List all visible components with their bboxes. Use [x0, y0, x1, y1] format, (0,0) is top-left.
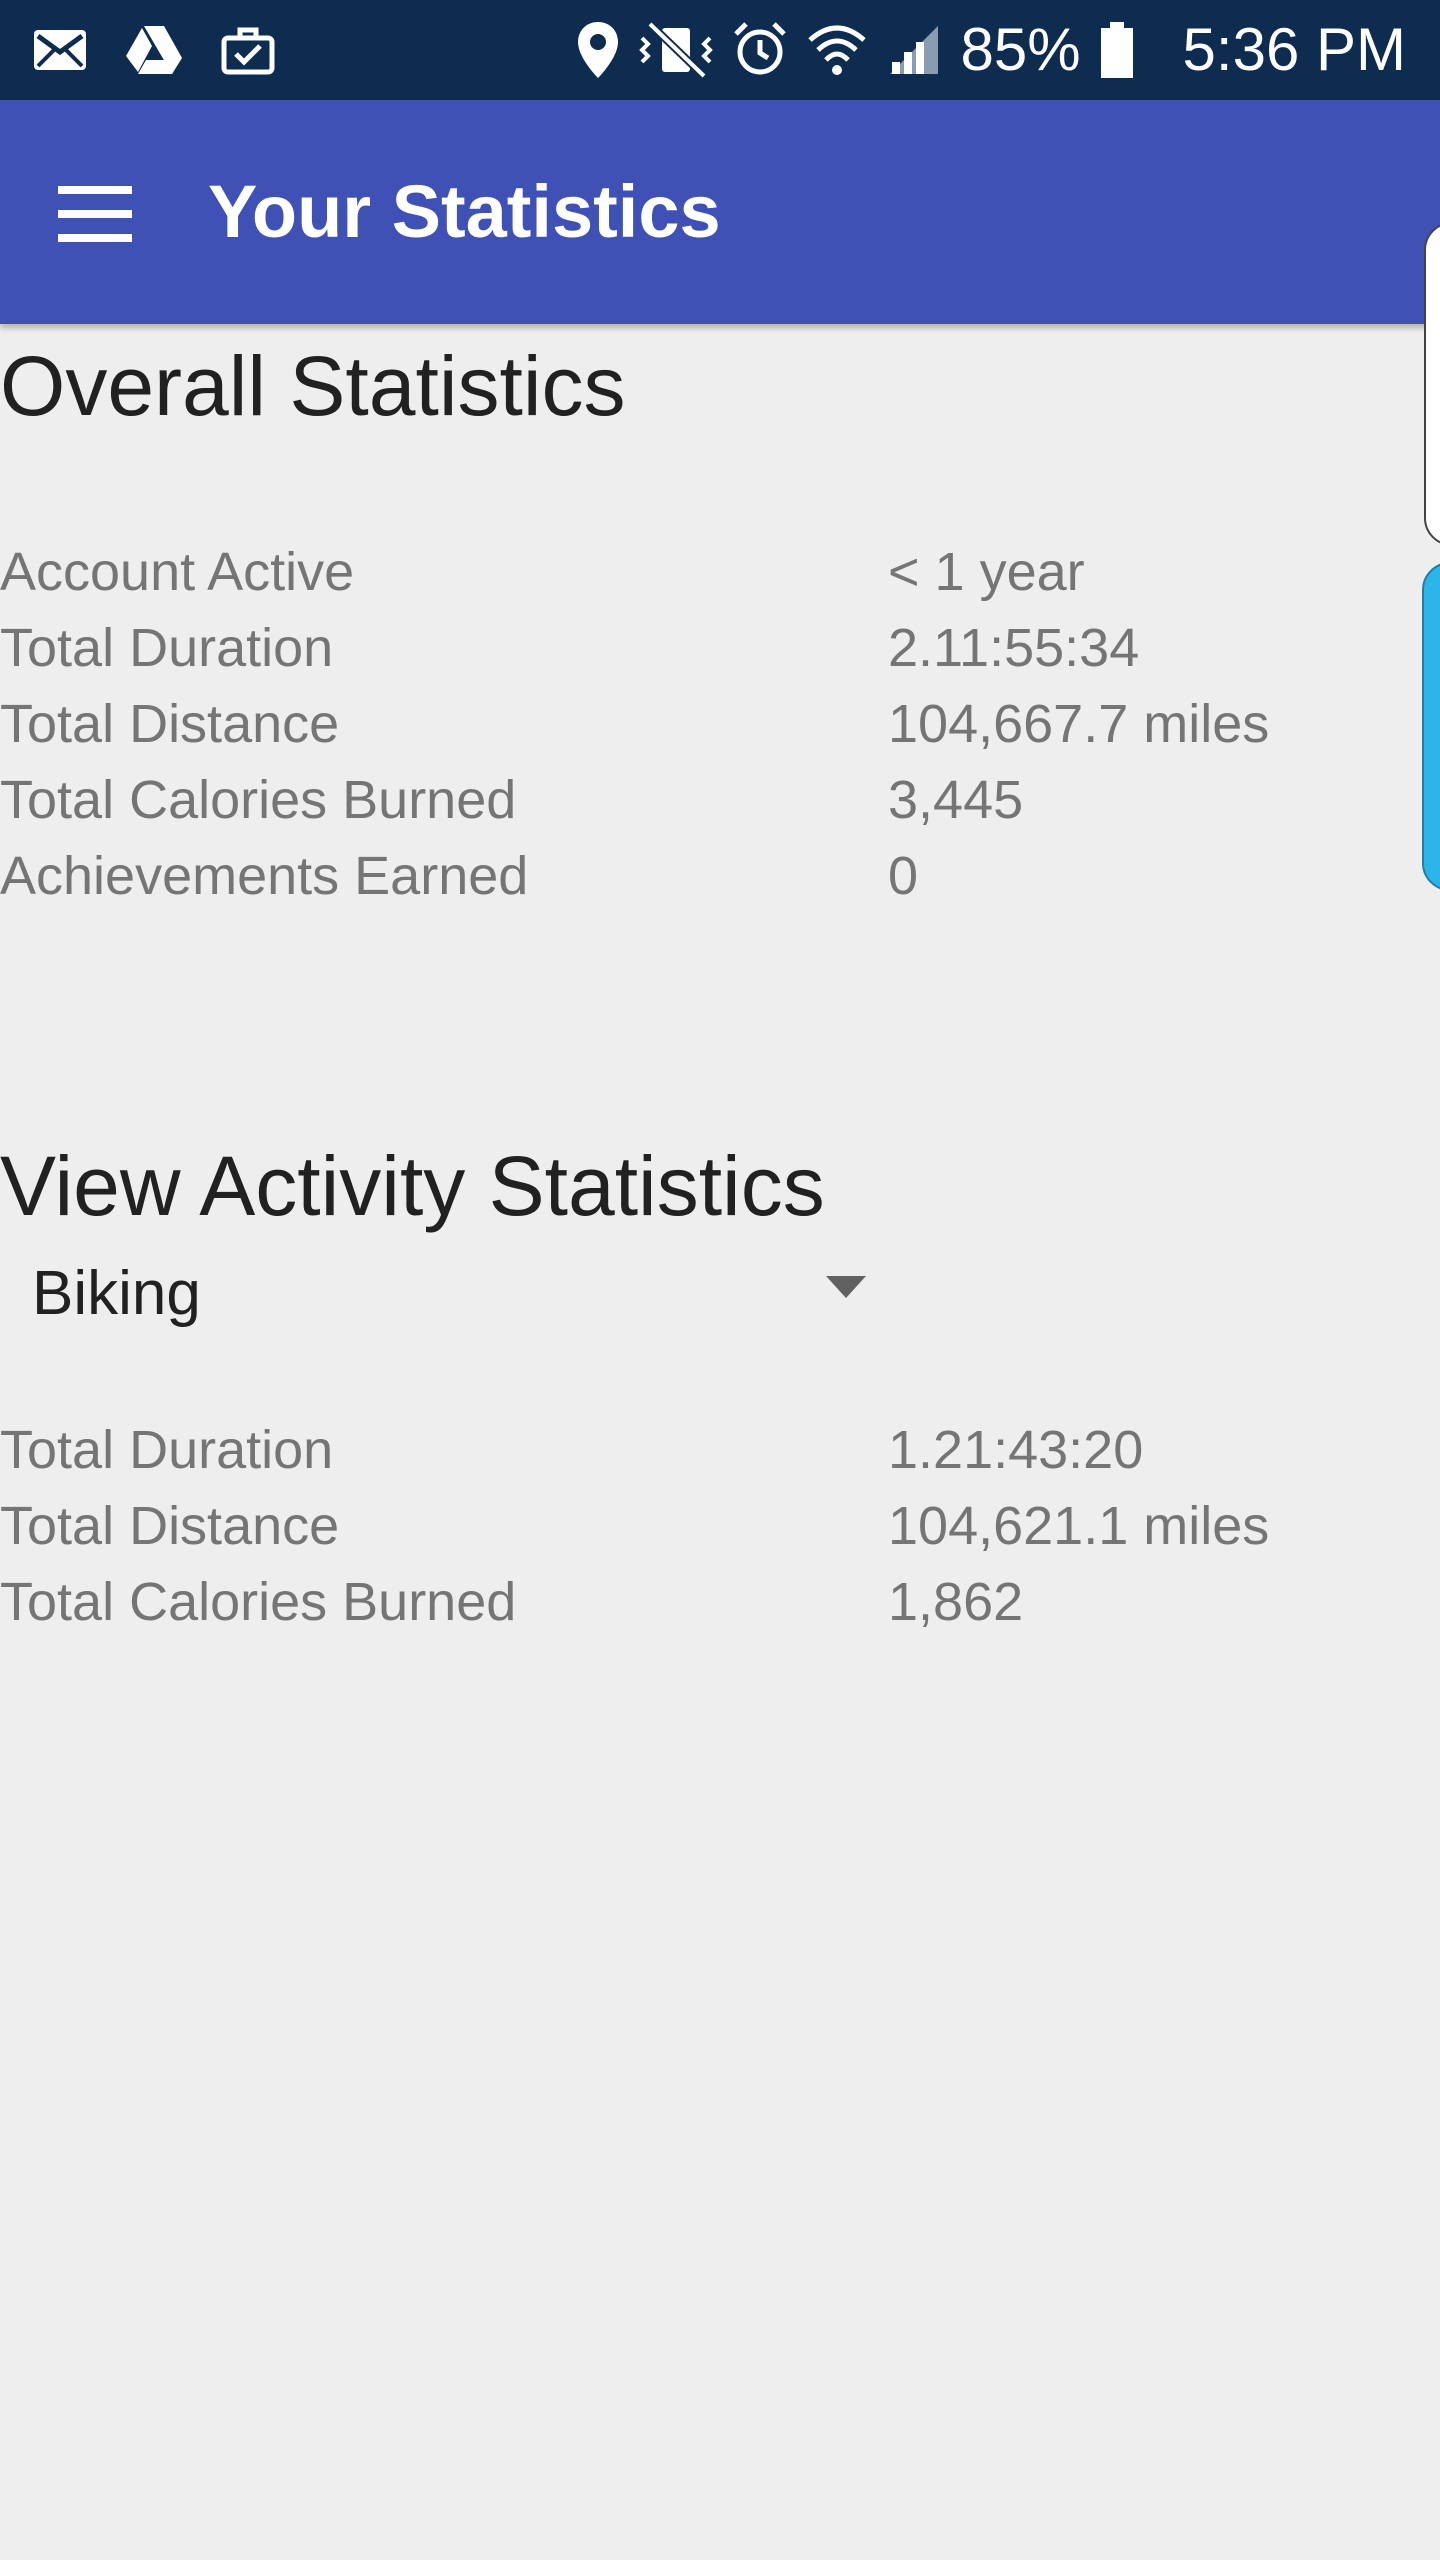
overall-stat-value: 104,667.7 miles: [888, 694, 1270, 754]
mail-icon: [30, 20, 90, 80]
overall-stat-label: Achievements Earned: [0, 846, 529, 906]
activity-stat-value: 1.21:43:20: [888, 1420, 1144, 1480]
overall-stat-label: Total Duration: [0, 618, 334, 678]
overall-stat-label: Total Calories Burned: [0, 770, 517, 830]
activity-statistics-title: View Activity Statistics: [0, 1139, 825, 1233]
notification-icons: [30, 20, 278, 80]
page-title: Your Statistics: [208, 170, 721, 253]
overall-stat-value: 0: [888, 846, 919, 906]
briefcase-check-icon: [218, 20, 278, 80]
overall-stat-value: 3,445: [888, 770, 1024, 830]
overall-stat-value: < 1 year: [888, 542, 1085, 602]
overall-stat-value: 2.11:55:34: [888, 618, 1140, 678]
edge-floating-tab[interactable]: [1422, 562, 1440, 891]
battery-icon: [1099, 20, 1135, 80]
app-bar: Your Statistics: [0, 100, 1440, 324]
battery-percent: 85%: [960, 16, 1081, 83]
signal-icon: [886, 20, 942, 80]
hamburger-menu-icon[interactable]: [40, 168, 150, 258]
system-status: 85% 5:36 PM: [576, 14, 1406, 86]
activity-stat-value: 104,621.1 miles: [888, 1496, 1270, 1556]
activity-stat-label: Total Distance: [0, 1496, 340, 1556]
activity-dropdown[interactable]: Biking: [0, 1250, 890, 1340]
overall-stat-label: Account Active: [0, 542, 355, 602]
status-bar: 85% 5:36 PM: [0, 0, 1440, 100]
activity-stat-value: 1,862: [888, 1572, 1024, 1632]
activity-dropdown-value: Biking: [32, 1259, 201, 1328]
overall-stat-label: Total Distance: [0, 694, 340, 754]
wifi-icon: [806, 20, 868, 80]
dropdown-arrow-icon: [826, 1276, 866, 1298]
vibrate-mute-icon: [638, 20, 714, 80]
activity-stat-label: Total Duration: [0, 1420, 334, 1480]
location-icon: [576, 20, 620, 80]
drive-icon: [124, 20, 184, 80]
activity-stat-label: Total Calories Burned: [0, 1572, 517, 1632]
alarm-icon: [732, 20, 788, 80]
overall-statistics-title: Overall Statistics: [0, 339, 626, 433]
clock: 5:36 PM: [1182, 16, 1406, 83]
edge-panel-handle[interactable]: [1424, 222, 1440, 546]
